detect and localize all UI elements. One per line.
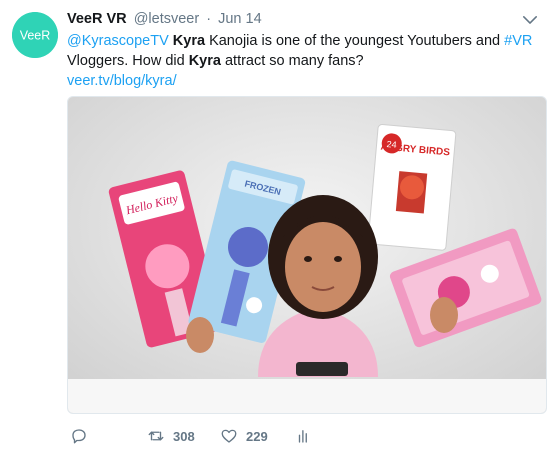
- reply-icon: [72, 429, 86, 444]
- analytics-icon: [298, 430, 307, 443]
- reply-button[interactable]: [70, 427, 88, 445]
- analytics-button[interactable]: [295, 427, 313, 445]
- toy-angry-birds: ANGRY BIRDS 24: [367, 124, 457, 251]
- bold-name: Kyra: [188, 53, 221, 69]
- avatar-text: VeeR: [20, 29, 51, 43]
- like-count: 229: [246, 428, 268, 444]
- hashtag-link[interactable]: #VR: [504, 33, 532, 49]
- tweet-text: @KyrascopeTV Kyra Kanojia is one of the …: [67, 31, 537, 91]
- text-part: Vloggers. How did: [67, 53, 189, 69]
- separator-dot: ·: [206, 11, 212, 27]
- mention-link[interactable]: @KyrascopeTV: [67, 33, 169, 49]
- photo-illustration: Hello Kitty FROZEN ANGRY BIRDS 24: [68, 97, 546, 413]
- tweet: VeeR VeeR VR @letsveer · Jun 14 @Kyrasco…: [0, 0, 557, 455]
- retweet-button[interactable]: 308: [147, 427, 195, 445]
- user-handle[interactable]: @letsveer: [134, 11, 200, 27]
- display-name[interactable]: VeeR VR: [67, 11, 127, 27]
- chevron-down-icon[interactable]: [521, 12, 539, 26]
- like-button[interactable]: 229: [220, 427, 268, 445]
- heart-icon: [221, 429, 237, 443]
- badge-label: 24: [386, 139, 397, 150]
- veer-logo: VeeR: [12, 12, 58, 58]
- tweet-actions: 308 229: [67, 425, 537, 447]
- text-part: Kanojia is one of the youngest Youtubers…: [205, 33, 505, 49]
- retweet-icon: [148, 431, 164, 441]
- retweet-count: 308: [173, 428, 195, 444]
- text-part: attract so many fans?: [220, 53, 364, 69]
- tweet-date[interactable]: Jun 14: [218, 11, 262, 27]
- tweet-photo[interactable]: Hello Kitty FROZEN ANGRY BIRDS 24: [67, 96, 547, 414]
- bold-name: Kyra: [172, 33, 206, 49]
- url-link[interactable]: veer.tv/blog/kyra/: [67, 73, 177, 89]
- tweet-header: VeeR VR @letsveer · Jun 14: [67, 11, 262, 27]
- avatar[interactable]: VeeR: [12, 12, 58, 58]
